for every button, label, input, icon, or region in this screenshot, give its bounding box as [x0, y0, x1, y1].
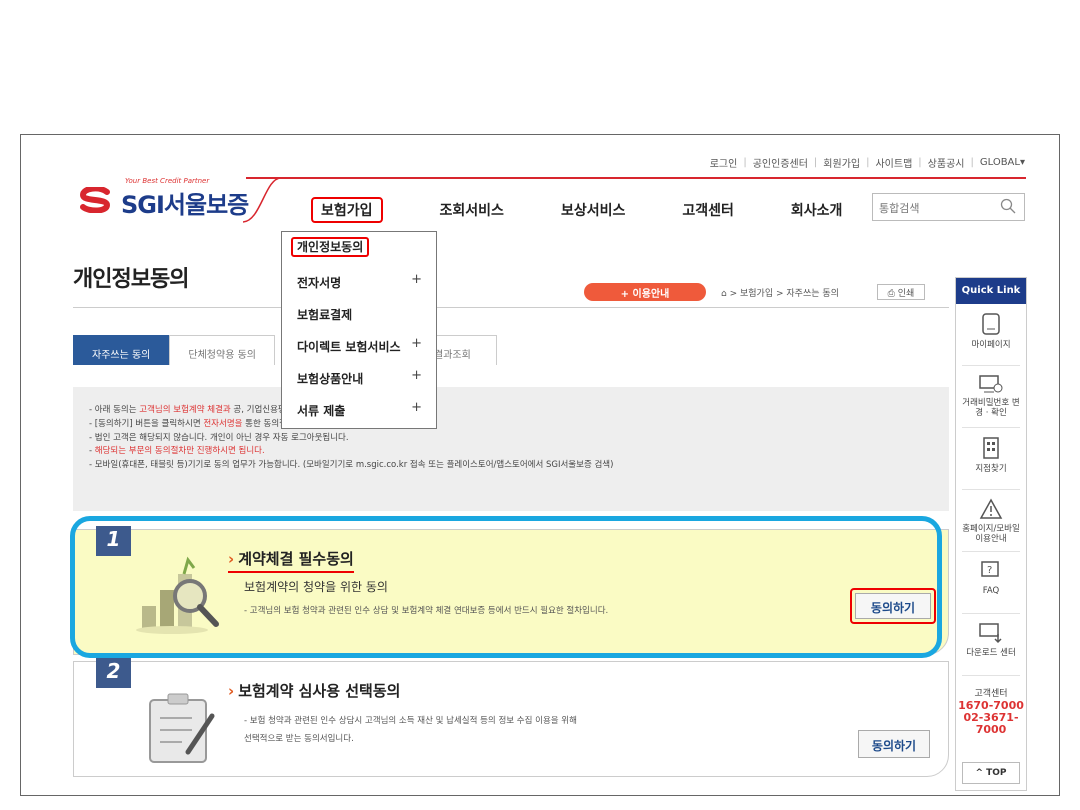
- chart-magnifier-icon: [136, 556, 219, 634]
- cs-tel-2: 02-3671-7000: [963, 711, 1019, 736]
- nav-compensation-service[interactable]: 보상서비스: [561, 200, 625, 220]
- usage-guide-button[interactable]: + 이용안내: [584, 283, 706, 301]
- main-nav: 보험가입 조회서비스 보상서비스 고객센터 회사소개: [311, 197, 899, 223]
- home-icon[interactable]: ⌂: [721, 289, 727, 299]
- consent-card-required: 1 › 계약체결 필수동의 보험계약의 청약을 위한 동의 - 고객님의 보험 청…: [73, 526, 949, 655]
- quick-link-mypage[interactable]: 마이페이지: [962, 304, 1020, 366]
- document-icon: [982, 313, 1000, 335]
- login-link[interactable]: 로그인: [710, 155, 738, 170]
- quick-link-sidebar: Quick Link 마이페이지 거래비밀번호 변경 · 확인 지점찾기 홈페이…: [955, 277, 1027, 791]
- quick-link-password[interactable]: 거래비밀번호 변경 · 확인: [962, 366, 1020, 428]
- question-bubble-icon: ?: [981, 561, 999, 577]
- sitemap-link[interactable]: 사이트맵: [875, 155, 912, 170]
- breadcrumb-path: > 보험가입 > 자주쓰는 동의: [729, 289, 839, 299]
- nav-company-intro[interactable]: 회사소개: [791, 200, 843, 220]
- quick-link-guide[interactable]: 홈페이지/모바일 이용안내: [962, 490, 1020, 552]
- tab-group-consent[interactable]: 단체청약용 동의: [169, 335, 275, 365]
- consent-tabs: 자주쓰는 동의 단체청약용 동의: [73, 335, 275, 365]
- print-button[interactable]: ⎙ 인쇄: [877, 284, 925, 300]
- card-title: › 보험계약 심사용 선택동의: [228, 682, 401, 700]
- svg-text:?: ?: [987, 565, 992, 576]
- tab-result-inquiry[interactable]: 결과조회: [429, 335, 497, 365]
- tab-frequent-consent[interactable]: 자주쓰는 동의: [73, 335, 170, 365]
- dropdown-item-premium-payment[interactable]: 보험료결제: [282, 296, 436, 328]
- header-curve: [243, 177, 282, 223]
- agree-button[interactable]: 동의하기: [850, 588, 936, 624]
- dropdown-item-direct-service[interactable]: 다이렉트 보험서비스 +: [282, 328, 436, 360]
- quick-link-faq[interactable]: ? FAQ: [962, 552, 1020, 614]
- card-description: - 보험 청약과 관련된 인수 상담시 고객님의 소득 재산 및 납세실적 등의…: [244, 716, 577, 744]
- expand-plus-icon[interactable]: +: [411, 336, 422, 351]
- arrow-right-icon: ›: [228, 550, 235, 568]
- card-description: - 고객님의 보험 청약과 관련된 인수 상담 및 보험계약 체결 연대보증 등…: [244, 606, 609, 616]
- logo-name: SGI서울보증: [121, 191, 249, 219]
- signup-link[interactable]: 회원가입: [823, 155, 860, 170]
- printer-icon: ⎙: [887, 289, 895, 299]
- search-input[interactable]: 통합검색: [872, 193, 1025, 221]
- quick-link-branch[interactable]: 지점찾기: [962, 428, 1020, 490]
- dropdown-item-document-submit[interactable]: 서류 제출 +: [282, 392, 436, 424]
- expand-plus-icon[interactable]: +: [411, 368, 422, 383]
- logo-s-icon: [79, 187, 111, 213]
- card-number-badge: 2: [96, 658, 131, 688]
- search-icon[interactable]: [1000, 198, 1016, 214]
- nav-customer-center[interactable]: 고객센터: [682, 200, 734, 220]
- dropdown-item-product-guide[interactable]: 보험상품안내 +: [282, 360, 436, 392]
- warning-icon: [979, 498, 1003, 519]
- notice-box: - 아래 동의는 고객님의 보험계약 체결과 공, 기업신용평가 등을 위한 사…: [73, 387, 949, 511]
- card-number-badge: 1: [96, 526, 131, 556]
- quick-link-title: Quick Link: [956, 278, 1026, 304]
- expand-plus-icon[interactable]: +: [411, 400, 422, 415]
- browser-frame: 로그인 | 공인인증센터 | 회원가입 | 사이트맵 | 상품공시 | GLOBAL▾ Y…: [20, 134, 1060, 796]
- util-links: 로그인 | 공인인증센터 | 회원가입 | 사이트맵 | 상품공시 | GLOBAL▾: [709, 155, 1025, 170]
- quick-link-download[interactable]: 다운로드 센터: [962, 614, 1020, 676]
- global-dropdown[interactable]: GLOBAL▾: [980, 157, 1025, 168]
- arrow-right-icon: ›: [228, 682, 235, 700]
- card-title: › 계약체결 필수동의: [228, 548, 354, 573]
- page-title: 개인정보동의: [73, 267, 189, 292]
- search-placeholder: 통합검색: [879, 202, 920, 215]
- notice-line: - 아래 동의는 고객님의 보험계약 체결과 공, 기업신용평가 등을 위한 사…: [89, 405, 411, 415]
- expand-plus-icon[interactable]: +: [411, 272, 422, 287]
- notice-line: - [동의하기] 버튼을 클릭하시면 전자서명을 통한 동의절차가 진행됩니다.: [89, 418, 347, 429]
- download-monitor-icon: [979, 623, 1002, 644]
- nav-insurance-join[interactable]: 보험가입: [311, 197, 383, 223]
- card-subtitle: 보험계약의 청약을 위한 동의: [244, 580, 388, 594]
- scroll-top-button[interactable]: ^ TOP: [962, 762, 1020, 784]
- nav-dropdown-menu: 개인정보동의 전자서명 + 보험료결제 다이렉트 보험서비스 + 보험상품안내 + 서…: [281, 231, 437, 429]
- breadcrumb: ⌂ > 보험가입 > 자주쓰는 동의: [721, 286, 839, 299]
- cert-center-link[interactable]: 공인인증센터: [753, 155, 808, 170]
- dropdown-item-privacy-consent[interactable]: 개인정보동의: [282, 232, 436, 264]
- agree-button[interactable]: 동의하기: [858, 730, 930, 758]
- customer-center-info: 고객센터 1670-7000 02-3671-7000: [956, 676, 1026, 736]
- nav-inquiry-service[interactable]: 조회서비스: [440, 200, 504, 220]
- title-divider: [73, 307, 949, 308]
- print-label: 인쇄: [897, 289, 915, 299]
- monitor-icon: [979, 375, 1003, 393]
- building-icon: [983, 437, 999, 459]
- notice-line: - 법인 고객은 해당되지 않습니다. 개인이 아닌 경우 자동 로그아웃됩니다…: [89, 432, 349, 443]
- header-divider: [246, 177, 1026, 179]
- logo-tagline: Your Best Credit Partner: [125, 177, 210, 185]
- product-notice-link[interactable]: 상품공시: [928, 155, 965, 170]
- consent-card-optional: 2 › 보험계약 심사용 선택동의 - 보험 청약과 관련된 인수 상담시 고객님…: [73, 658, 949, 777]
- logo[interactable]: Your Best Credit Partner SGI서울보증: [77, 177, 252, 219]
- notice-line: - 해당되는 부문의 동의절차만 진행하시면 됩니다.: [89, 446, 265, 457]
- clipboard-pen-icon: [149, 693, 215, 763]
- dropdown-item-e-signature[interactable]: 전자서명 +: [282, 264, 436, 296]
- notice-line: - 모바일(휴대폰, 태블릿 등)기기로 동의 업무가 가능합니다. (모바일기…: [89, 460, 614, 471]
